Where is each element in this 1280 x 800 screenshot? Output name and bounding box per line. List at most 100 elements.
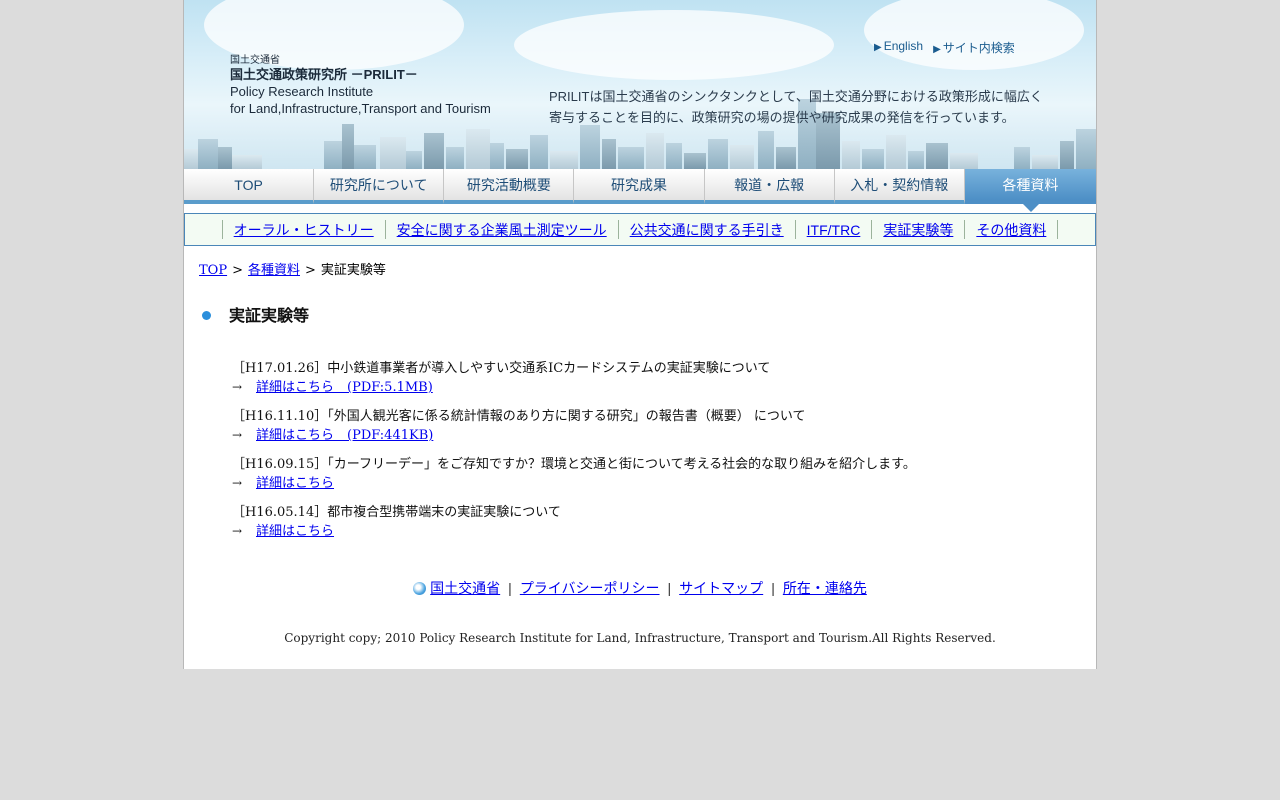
city-building bbox=[684, 153, 706, 169]
gnav-press[interactable]: 報道・広報 bbox=[704, 169, 835, 204]
city-building bbox=[666, 143, 682, 169]
sub-nav: オーラル・ヒストリー 安全に関する企業風土測定ツール 公共交通に関する手引き I… bbox=[184, 213, 1096, 246]
list-item: ［H16.05.14］都市複合型携帯端末の実証実験について → 詳細はこちら bbox=[232, 504, 916, 540]
city-building bbox=[862, 149, 884, 169]
footer-separator: | bbox=[508, 580, 512, 596]
city-building bbox=[530, 135, 548, 169]
city-building bbox=[1060, 141, 1074, 169]
city-building bbox=[446, 147, 464, 169]
city-building bbox=[758, 131, 774, 169]
footer-link-contact[interactable]: 所在・連絡先 bbox=[783, 580, 867, 596]
city-building bbox=[1014, 147, 1030, 169]
breadcrumb-separator: > bbox=[305, 263, 316, 278]
footer-link-mlit[interactable]: 国土交通省 bbox=[430, 580, 500, 596]
city-building bbox=[380, 137, 406, 169]
city-building bbox=[730, 145, 754, 169]
utility-nav: ▶ English ▶ サイト内検索 bbox=[874, 39, 1015, 56]
english-link[interactable]: ▶ English bbox=[874, 39, 923, 56]
city-building bbox=[950, 153, 978, 169]
city-building bbox=[908, 151, 924, 169]
city-building bbox=[218, 147, 232, 169]
city-building bbox=[886, 135, 906, 169]
triangle-right-icon: ▶ bbox=[874, 42, 882, 53]
news-detail-link[interactable]: 詳細はこちら bbox=[256, 476, 334, 491]
city-building bbox=[618, 147, 644, 169]
city-building bbox=[1032, 155, 1058, 169]
city-building bbox=[490, 143, 504, 169]
news-detail-link[interactable]: 詳細はこちら (PDF:5.1MB) bbox=[256, 380, 433, 395]
breadcrumb-current: 実証実験等 bbox=[320, 263, 386, 278]
city-building bbox=[550, 151, 578, 169]
sky-cloud bbox=[864, 0, 1084, 70]
news-date: ［H16.11.10］ bbox=[232, 409, 328, 424]
city-building bbox=[354, 145, 376, 169]
news-detail-link[interactable]: 詳細はこちら (PDF:441KB) bbox=[256, 428, 433, 443]
subnav-safety-culture-tool[interactable]: 安全に関する企業風土測定ツール bbox=[386, 220, 618, 240]
city-building bbox=[580, 125, 600, 169]
gnav-results[interactable]: 研究成果 bbox=[574, 169, 705, 204]
tagline: PRILITは国土交通省のシンクタンクとして、国土交通分野における政策形成に幅広… bbox=[549, 86, 1043, 128]
news-detail-link[interactable]: 詳細はこちら bbox=[256, 524, 334, 539]
news-list: ［H17.01.26］中小鉄道事業者が導入しやすい交通系ICカードシステムの実証… bbox=[232, 360, 916, 552]
arrow-right-icon: → bbox=[232, 428, 243, 442]
subnav-public-transport-guide[interactable]: 公共交通に関する手引き bbox=[619, 220, 795, 240]
gnav-about[interactable]: 研究所について bbox=[314, 169, 445, 204]
global-nav: TOP 研究所について 研究活動概要 研究成果 報道・広報 入札・契約情報 各種… bbox=[184, 169, 1096, 212]
gnav-activities[interactable]: 研究活動概要 bbox=[444, 169, 575, 204]
footer-separator: | bbox=[667, 580, 672, 596]
news-title: 「カーフリーデー」をご存知ですか？環境と交通と街について考える社会的な取り組みを… bbox=[327, 457, 916, 472]
site-logo[interactable]: 国土交通省 国土交通政策研究所 －PRILIT－ Policy Research… bbox=[230, 54, 491, 118]
subnav-experiments[interactable]: 実証実験等 bbox=[872, 220, 964, 240]
city-building bbox=[198, 139, 218, 169]
subnav-divider bbox=[1057, 220, 1059, 239]
city-building bbox=[466, 129, 490, 169]
gnav-materials[interactable]: 各種資料 bbox=[964, 169, 1096, 212]
site-search-link-label: サイト内検索 bbox=[942, 41, 1015, 55]
footer-links: 国土交通省 | プライバシーポリシー | サイトマップ | 所在・連絡先 bbox=[184, 578, 1096, 598]
footer-link-sitemap[interactable]: サイトマップ bbox=[679, 580, 763, 596]
city-building bbox=[424, 133, 444, 169]
triangle-right-icon: ▶ bbox=[933, 44, 941, 55]
gnav-top[interactable]: TOP bbox=[184, 169, 315, 204]
breadcrumb-separator: > bbox=[232, 263, 243, 278]
site-header: 国土交通省 国土交通政策研究所 －PRILIT－ Policy Research… bbox=[184, 0, 1096, 169]
city-building bbox=[842, 141, 860, 169]
city-building bbox=[184, 149, 198, 169]
city-building bbox=[602, 139, 616, 169]
subnav-other-materials[interactable]: その他資料 bbox=[965, 220, 1057, 240]
footer-link-privacy[interactable]: プライバシーポリシー bbox=[520, 580, 660, 596]
logo-institute-name: 国土交通政策研究所 －PRILIT－ bbox=[230, 67, 418, 82]
subnav-oral-history[interactable]: オーラル・ヒストリー bbox=[223, 220, 385, 240]
english-link-label: English bbox=[883, 39, 924, 53]
breadcrumb-materials[interactable]: 各種資料 bbox=[248, 263, 300, 278]
news-date: ［H17.01.26］ bbox=[232, 361, 328, 376]
page-title: 実証実験等 bbox=[202, 302, 309, 326]
mlit-logo-icon bbox=[413, 582, 427, 595]
city-building bbox=[406, 151, 422, 169]
subnav-itf-trc[interactable]: ITF/TRC bbox=[796, 222, 872, 238]
logo-english-name-1: Policy Research Institute bbox=[230, 83, 374, 99]
list-item: ［H17.01.26］中小鉄道事業者が導入しやすい交通系ICカードシステムの実証… bbox=[232, 360, 916, 396]
site-search-link[interactable]: ▶ サイト内検索 bbox=[933, 39, 1015, 56]
city-building bbox=[646, 133, 664, 169]
arrow-right-icon: → bbox=[232, 476, 243, 490]
city-building bbox=[506, 149, 528, 169]
tagline-line-2: 寄与することを目的に、政策研究の場の提供や研究成果の発信を行っています。 bbox=[549, 110, 1015, 125]
news-date: ［H16.09.15］ bbox=[232, 457, 328, 472]
list-item: ［H16.09.15］「カーフリーデー」をご存知ですか？環境と交通と街について考… bbox=[232, 456, 916, 492]
gnav-bidding[interactable]: 入札・契約情報 bbox=[834, 169, 965, 204]
city-building bbox=[342, 124, 354, 169]
breadcrumb-top[interactable]: TOP bbox=[199, 263, 227, 278]
news-title: 「外国人観光客に係る統計情報のあり方に関する研究」の報告書（概要） について bbox=[327, 409, 806, 424]
page-container: 国土交通省 国土交通政策研究所 －PRILIT－ Policy Research… bbox=[183, 0, 1097, 669]
list-item: ［H16.11.10］「外国人観光客に係る統計情報のあり方に関する研究」の報告書… bbox=[232, 408, 916, 444]
logo-ministry: 国土交通省 bbox=[230, 55, 280, 66]
sky-cloud bbox=[514, 10, 834, 80]
logo-english-name-2: for Land,Infrastructure,Transport and To… bbox=[230, 100, 491, 116]
arrow-right-icon: → bbox=[232, 380, 243, 394]
page-title-text: 実証実験等 bbox=[229, 308, 310, 325]
arrow-right-icon: → bbox=[232, 524, 243, 538]
city-building bbox=[1076, 129, 1096, 169]
breadcrumb: TOP > 各種資料 > 実証実験等 bbox=[199, 259, 386, 278]
news-date: ［H16.05.14］ bbox=[232, 505, 328, 520]
